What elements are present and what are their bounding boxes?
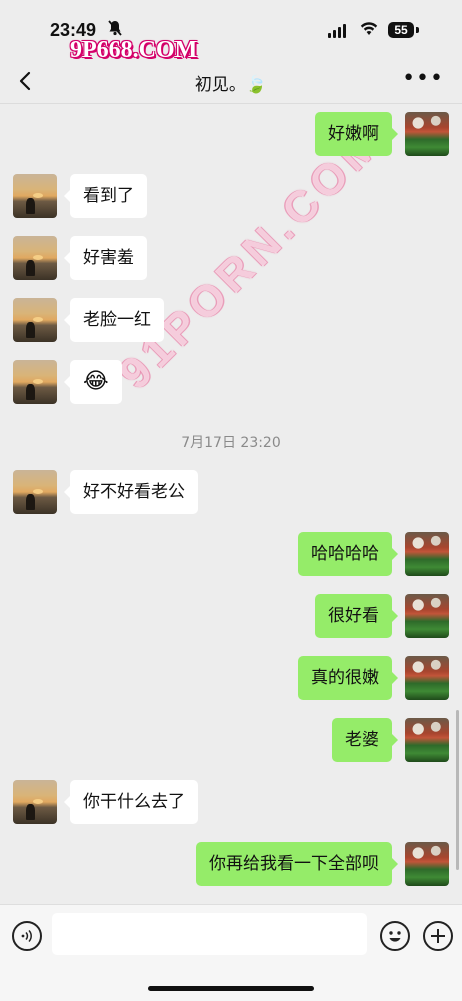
input-bar: [0, 904, 462, 1001]
plus-icon[interactable]: [423, 921, 453, 951]
contact-avatar[interactable]: [13, 298, 57, 342]
watermark-diagonal: 91PORN.COM: [110, 115, 393, 399]
outgoing-bubble[interactable]: 你再给我看一下全部呗: [196, 842, 398, 886]
message-timestamp: 7月17日 23:20: [181, 435, 281, 451]
chat-title: 初见。🍃: [194, 75, 268, 95]
message-input[interactable]: [52, 913, 367, 955]
my-avatar[interactable]: [405, 532, 449, 576]
contact-avatar[interactable]: [13, 780, 57, 824]
my-avatar[interactable]: [405, 842, 449, 886]
wifi-icon: [360, 21, 378, 40]
my-avatar[interactable]: [405, 594, 449, 638]
chat-scrollbar[interactable]: [456, 710, 459, 870]
home-indicator: [148, 986, 314, 991]
outgoing-bubble[interactable]: 很好看: [315, 594, 398, 638]
battery-icon: 55: [388, 22, 414, 38]
my-avatar[interactable]: [405, 718, 449, 762]
voice-input-icon[interactable]: [12, 921, 42, 951]
status-bar: 23:49 9P668.COM 55: [0, 0, 462, 63]
outgoing-bubble[interactable]: 好嫩啊: [315, 112, 398, 156]
incoming-bubble[interactable]: 你干什么去了: [64, 780, 198, 824]
battery-tip: [416, 27, 419, 33]
my-avatar[interactable]: [405, 656, 449, 700]
outgoing-bubble[interactable]: 真的很嫩: [298, 656, 398, 700]
outgoing-bubble[interactable]: 老婆: [332, 718, 398, 762]
chat-header: 初见。🍃 •••: [0, 58, 462, 104]
contact-avatar[interactable]: [13, 470, 57, 514]
message-list[interactable]: 91PORN.COM 好嫩啊 看到了 好害羞 老脸一红 😂 7月17日 23:2…: [0, 104, 462, 904]
cellular-signal-icon: [328, 24, 350, 38]
incoming-bubble[interactable]: 好害羞: [64, 236, 147, 280]
incoming-bubble[interactable]: 老脸一红: [64, 298, 164, 342]
emoji-icon[interactable]: [380, 921, 410, 951]
incoming-bubble[interactable]: 看到了: [64, 174, 147, 218]
contact-avatar[interactable]: [13, 236, 57, 280]
more-options-icon[interactable]: •••: [402, 66, 444, 91]
incoming-bubble[interactable]: 好不好看老公: [64, 470, 198, 514]
contact-avatar[interactable]: [13, 174, 57, 218]
contact-avatar[interactable]: [13, 360, 57, 404]
my-avatar[interactable]: [405, 112, 449, 156]
incoming-emoji-bubble[interactable]: 😂: [64, 360, 122, 404]
outgoing-bubble[interactable]: 哈哈哈哈: [298, 532, 398, 576]
